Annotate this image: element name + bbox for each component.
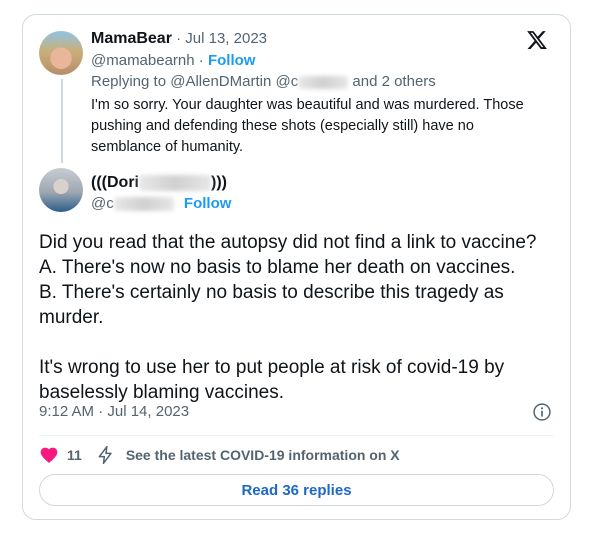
reply-author-avatar[interactable] <box>39 31 83 75</box>
reply-author-name[interactable]: MamaBear <box>91 30 172 47</box>
redacted-name <box>138 175 211 192</box>
main-text-line: B. There's certainly no basis to describ… <box>39 282 504 328</box>
replying-to-user-partial[interactable]: @c <box>275 73 298 90</box>
main-author-avatar[interactable] <box>39 168 83 212</box>
dot-separator: · <box>198 52 208 69</box>
tweet-timestamp[interactable]: 9:12 AM · Jul 14, 2023 <box>39 403 189 420</box>
heart-icon[interactable] <box>39 445 59 465</box>
main-text-line: A. There's now no basis to blame her dea… <box>39 257 516 278</box>
reply-follow-link[interactable]: Follow <box>208 52 256 69</box>
main-author-name-tail: ))) <box>210 174 227 191</box>
main-handle[interactable]: @c <box>91 195 114 212</box>
tweet-actions: 11 See the latest COVID-19 information o… <box>39 443 400 467</box>
divider <box>39 435 554 436</box>
replying-to-prefix: Replying to <box>91 73 167 90</box>
reply-date[interactable]: Jul 13, 2023 <box>185 30 267 47</box>
reply-handle-line: @mamabearnh · Follow <box>91 51 255 71</box>
replying-to-line: Replying to @AllenDMartin @c and 2 other… <box>91 72 436 92</box>
main-text-paragraph: It's wrong to use her to put people at r… <box>39 357 505 403</box>
main-author-line: (((Dori))) <box>91 173 227 193</box>
replying-to-user[interactable]: @AllenDMartin <box>170 73 271 90</box>
reply-handle[interactable]: @mamabearnh <box>91 52 195 69</box>
main-tweet-text: Did you read that the autopsy did not fi… <box>39 230 559 405</box>
info-icon[interactable] <box>532 402 552 422</box>
main-follow-link[interactable]: Follow <box>184 195 232 212</box>
x-logo-icon[interactable] <box>526 29 548 51</box>
reply-text: I'm so sorry. Your daughter was beautifu… <box>91 97 524 155</box>
redacted-handle <box>298 75 349 89</box>
main-text-line: Did you read that the autopsy did not fi… <box>39 232 537 253</box>
thread-connector-line <box>61 79 63 163</box>
lightning-icon <box>98 445 112 465</box>
reply-author-line: MamaBear · Jul 13, 2023 <box>91 29 267 49</box>
like-count[interactable]: 11 <box>67 447 82 463</box>
tweet-card: MamaBear · Jul 13, 2023 @mamabearnh · Fo… <box>22 14 571 520</box>
read-replies-button[interactable]: Read 36 replies <box>39 474 554 506</box>
main-handle-line: @c Follow <box>91 194 231 214</box>
covid-info-link[interactable]: See the latest COVID-19 information on X <box>96 445 400 465</box>
main-author-name[interactable]: (((Dori <box>91 174 139 191</box>
replying-to-suffix[interactable]: and 2 others <box>352 73 435 90</box>
covid-info-label: See the latest COVID-19 information on X <box>125 447 400 463</box>
redacted-handle <box>113 197 174 212</box>
dot-separator: · <box>176 30 186 47</box>
